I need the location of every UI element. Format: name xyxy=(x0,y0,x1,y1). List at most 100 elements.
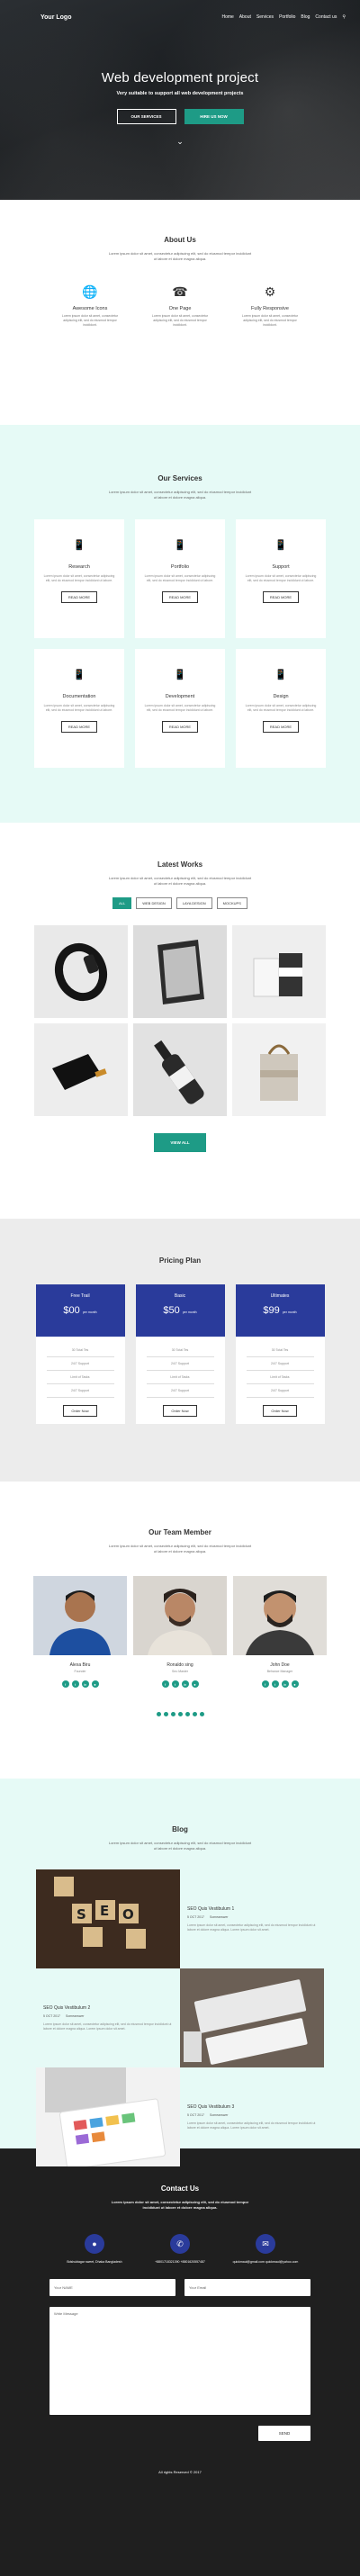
plan-features: 30 Total Tes 24/7 Support Limit of Tasks… xyxy=(36,1344,125,1398)
feature-title: Fully Responsive xyxy=(251,306,289,311)
portfolio-item[interactable] xyxy=(133,925,227,1018)
mobile-icon: 📱 xyxy=(73,540,86,551)
about-features: 🌐 Awesome Icons Lorem ipsum dolor sit am… xyxy=(58,284,302,328)
blog-section: Blog Lorem ipsum dolor sit amet, consect… xyxy=(0,1779,360,2166)
works-section: Latest Works Lorem ipsum dolor sit amet,… xyxy=(0,823,360,1219)
search-icon[interactable]: ⚲ xyxy=(342,14,346,20)
phone-text[interactable]: +8801718321390 +8801620557487 xyxy=(144,2260,216,2265)
portfolio-item[interactable] xyxy=(232,925,326,1018)
email-text[interactable]: quickmaul@gmail.com quickmaul@yahoo.com xyxy=(230,2260,302,2265)
plan-feature: 30 Total Tes xyxy=(46,1344,114,1357)
plan-features: 30 Total Tes 24/7 Support Limit of Tasks… xyxy=(136,1344,225,1398)
blog-post-title[interactable]: SEO Quis Vestibulum 3 xyxy=(187,2104,317,2110)
menu-item-services[interactable]: Services xyxy=(256,14,274,20)
facebook-icon[interactable]: f xyxy=(161,1680,169,1688)
svg-text:E: E xyxy=(100,1903,109,1919)
logo[interactable]: Your Logo xyxy=(40,14,71,21)
filter-all[interactable]: ALL xyxy=(112,897,132,909)
portfolio-item[interactable] xyxy=(232,1023,326,1116)
menu-item-portfolio[interactable]: Portfolio xyxy=(279,14,295,20)
menu-item-home[interactable]: Home xyxy=(221,14,233,20)
service-card: 📱 Research Lorem ipsum dolor sit amet, c… xyxy=(34,519,124,638)
our-services-button[interactable]: OUR SERVICES xyxy=(116,109,176,124)
carousel-dot[interactable] xyxy=(192,1712,197,1716)
menu-item-contact[interactable]: Contact us xyxy=(315,14,337,20)
carousel-dot[interactable] xyxy=(177,1712,183,1716)
carousel-dot[interactable] xyxy=(163,1712,168,1716)
read-more-button[interactable]: READ MORE xyxy=(60,591,98,603)
wine-bottle-image xyxy=(154,1040,204,1104)
plan-header: Basic $50 per month xyxy=(135,1284,225,1337)
order-now-button[interactable]: Order Now xyxy=(163,1405,197,1417)
hero-buttons: OUR SERVICES HIRE US NOW xyxy=(0,109,360,124)
portfolio-item[interactable] xyxy=(133,1023,227,1116)
carousel-dot[interactable] xyxy=(156,1712,161,1716)
linkedin-icon[interactable]: in xyxy=(181,1680,189,1688)
read-more-button[interactable]: READ MORE xyxy=(262,591,300,603)
order-now-button[interactable]: Order Now xyxy=(263,1405,297,1417)
globe-icon: 🌐 xyxy=(82,284,98,299)
read-more-button[interactable]: READ MORE xyxy=(60,721,98,733)
facebook-icon[interactable]: f xyxy=(61,1680,69,1688)
member-role: Behance Manager xyxy=(266,1670,293,1673)
menu-item-about[interactable]: About xyxy=(239,14,251,20)
linkedin-icon[interactable]: in xyxy=(81,1680,89,1688)
blog-post-title[interactable]: SEO Quis Vestibulum 2 xyxy=(43,2005,173,2011)
address-text: Bdshuktagar sweet, Dhaka Bangladesh xyxy=(67,2260,122,2264)
dribbble-icon[interactable]: ● xyxy=(91,1680,99,1688)
works-desc: Lorem ipsum dolor sit amet, consectetur … xyxy=(108,876,252,886)
twitter-icon[interactable]: t xyxy=(71,1680,79,1688)
facebook-icon[interactable]: f xyxy=(261,1680,269,1688)
blog-post-excerpt: Lorem ipsum dolor sit amet, consectetur … xyxy=(187,1923,316,1932)
works-title: Latest Works xyxy=(157,860,203,869)
read-more-button[interactable]: READ MORE xyxy=(161,591,199,603)
plan-features: 30 Total Tes 24/7 Support Limit of Tasks… xyxy=(236,1344,325,1398)
blog-post[interactable]: SEO Quis Vestibulum 2 5 OCT 2017 Someansw… xyxy=(36,1968,324,2067)
hero-subtitle: Very suitable to support all web develop… xyxy=(116,91,244,96)
filter-mockups[interactable]: MOCKUPS xyxy=(216,897,248,909)
view-all-button[interactable]: VIEW ALL xyxy=(154,1133,206,1152)
hire-us-button[interactable]: HIRE US NOW xyxy=(184,109,244,124)
carousel-dot[interactable] xyxy=(170,1712,176,1716)
phone-icon: ✆ xyxy=(170,2234,190,2254)
plan-card: Ultimates $99 per month 30 Total Tes 24/… xyxy=(235,1284,325,1424)
contact-desc: Lorem ipsum dolor sit amet, consectetur … xyxy=(111,2200,249,2210)
twitter-icon[interactable]: t xyxy=(271,1680,279,1688)
read-more-button[interactable]: READ MORE xyxy=(161,721,199,733)
carousel-dot[interactable] xyxy=(199,1712,204,1716)
filter-web-design[interactable]: WEB DESIGN xyxy=(136,897,172,909)
service-title: Documentation xyxy=(62,694,96,699)
mobile-icon: 📱 xyxy=(73,670,86,680)
dribbble-icon[interactable]: ● xyxy=(291,1680,299,1688)
send-button[interactable]: SEND xyxy=(258,2426,310,2441)
chevron-down-icon[interactable]: ⌄ xyxy=(0,137,360,147)
linkedin-icon[interactable]: in xyxy=(281,1680,289,1688)
email-field[interactable]: Your Email xyxy=(184,2279,310,2296)
order-now-button[interactable]: Order Now xyxy=(63,1405,97,1417)
seo-blocks-image: SEO xyxy=(36,1869,180,1968)
avatar xyxy=(233,1576,327,1655)
menu-item-blog[interactable]: Blog xyxy=(301,14,310,20)
filter-laya-design[interactable]: LAYA DESIGN xyxy=(176,897,212,909)
carousel-dot[interactable] xyxy=(184,1712,190,1716)
message-field[interactable]: Write Message xyxy=(50,2307,310,2415)
portfolio-item[interactable] xyxy=(34,925,128,1018)
dribbble-icon[interactable]: ● xyxy=(191,1680,199,1688)
blog-post-title[interactable]: SEO Quis Vestibulum 1 xyxy=(187,1906,317,1912)
service-title: Support xyxy=(272,564,290,570)
portfolio-item[interactable] xyxy=(34,1023,128,1116)
read-more-button[interactable]: READ MORE xyxy=(262,721,300,733)
fitness-band-image xyxy=(54,942,108,1001)
boxes-image xyxy=(253,952,302,996)
service-title: Development xyxy=(165,694,195,699)
pricing-section: Pricing Plan Free Trail $00 per month 30… xyxy=(0,1219,360,1482)
portfolio-filters: ALL WEB DESIGN LAYA DESIGN MOCKUPS xyxy=(0,897,360,909)
name-field[interactable]: Your NAME xyxy=(50,2279,176,2296)
contact-email: ✉ quickmaul@gmail.com quickmaul@yahoo.co… xyxy=(230,2234,302,2265)
svg-text:O: O xyxy=(122,1906,134,1923)
blog-post[interactable]: SEO SEO Quis Vestibulum 1 5 OCT 2017 Some… xyxy=(36,1869,324,1968)
hero-content: Web development project Very suitable to… xyxy=(0,70,360,124)
service-text: Lorem ipsum dolor sit amet, consectetur … xyxy=(245,704,317,712)
twitter-icon[interactable]: t xyxy=(171,1680,179,1688)
blog-post-excerpt: Lorem ipsum dolor sit amet, consectetur … xyxy=(187,2121,316,2130)
